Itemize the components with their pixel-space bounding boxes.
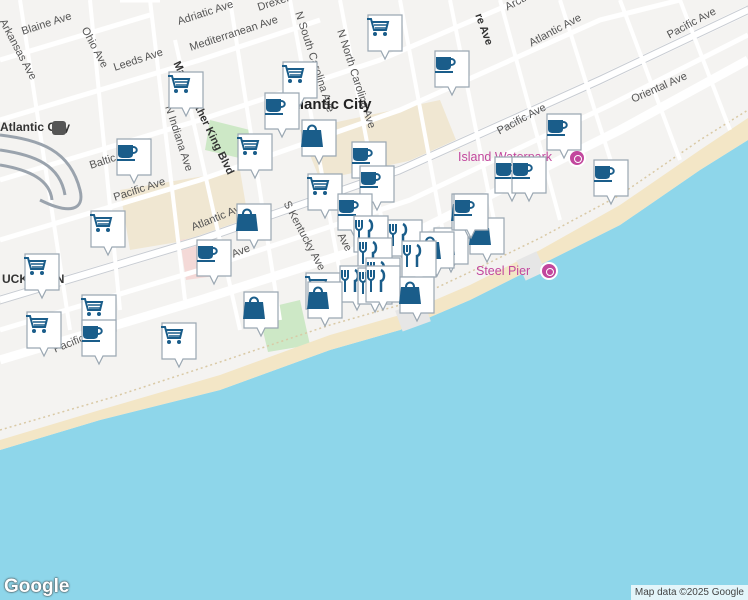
- poi-icon[interactable]: [540, 262, 558, 280]
- coffee-cup-icon: [195, 242, 233, 276]
- map-attribution: Map data ©2025 Google: [630, 585, 748, 600]
- map-marker-coffee[interactable]: [80, 318, 118, 366]
- map-marker-bag[interactable]: [398, 275, 436, 323]
- map-marker-shopping[interactable]: [167, 70, 205, 118]
- shopping-bag-icon: [235, 206, 273, 240]
- map-marker-coffee[interactable]: [115, 137, 153, 185]
- map-marker-coffee[interactable]: [545, 112, 583, 160]
- shopping-bag-icon: [300, 122, 338, 156]
- map-marker-bag[interactable]: [300, 118, 338, 166]
- coffee-cup-icon: [115, 141, 153, 175]
- map-marker-shopping[interactable]: [366, 13, 404, 61]
- poi-label[interactable]: Steel Pier: [476, 264, 530, 278]
- coffee-cup-icon: [510, 159, 548, 193]
- shopping-bag-icon: [306, 284, 344, 318]
- coffee-cup-icon: [80, 322, 118, 356]
- shopping-bag-icon: [242, 294, 280, 328]
- coffee-cup-icon: [433, 53, 471, 87]
- map-marker-coffee[interactable]: [592, 158, 630, 206]
- restaurant-icon: [364, 268, 402, 302]
- shopping-bag-icon: [398, 279, 436, 313]
- map-marker-shopping[interactable]: [236, 132, 274, 180]
- shopping-cart-icon: [89, 213, 127, 247]
- map-marker-bag[interactable]: [235, 202, 273, 250]
- train-station-icon: [52, 121, 66, 135]
- map-marker-coffee[interactable]: [452, 192, 490, 240]
- coffee-cup-icon: [545, 116, 583, 150]
- map-marker-shopping[interactable]: [160, 321, 198, 369]
- map-marker-coffee[interactable]: [510, 155, 548, 203]
- shopping-cart-icon: [160, 325, 198, 359]
- coffee-cup-icon: [263, 95, 301, 129]
- map-marker-bag[interactable]: [242, 290, 280, 338]
- shopping-cart-icon: [236, 136, 274, 170]
- shopping-cart-icon: [23, 256, 61, 290]
- coffee-cup-icon: [452, 196, 490, 230]
- restaurant-icon: [400, 243, 438, 277]
- shopping-cart-icon: [366, 17, 404, 51]
- coffee-cup-icon: [592, 162, 630, 196]
- google-logo: Google: [4, 576, 70, 597]
- shopping-cart-icon: [167, 74, 205, 108]
- map-marker-restaurant[interactable]: [364, 264, 402, 312]
- map-marker-coffee[interactable]: [433, 49, 471, 97]
- map-marker-bag[interactable]: [306, 280, 344, 328]
- map-marker-shopping[interactable]: [25, 310, 63, 358]
- map-canvas[interactable]: Arkansas Ave Blaine Ave Ohio Ave Leeds A…: [0, 0, 748, 600]
- map-marker-shopping[interactable]: [89, 209, 127, 257]
- map-marker-coffee[interactable]: [195, 238, 233, 286]
- map-marker-shopping[interactable]: [23, 252, 61, 300]
- shopping-cart-icon: [25, 314, 63, 348]
